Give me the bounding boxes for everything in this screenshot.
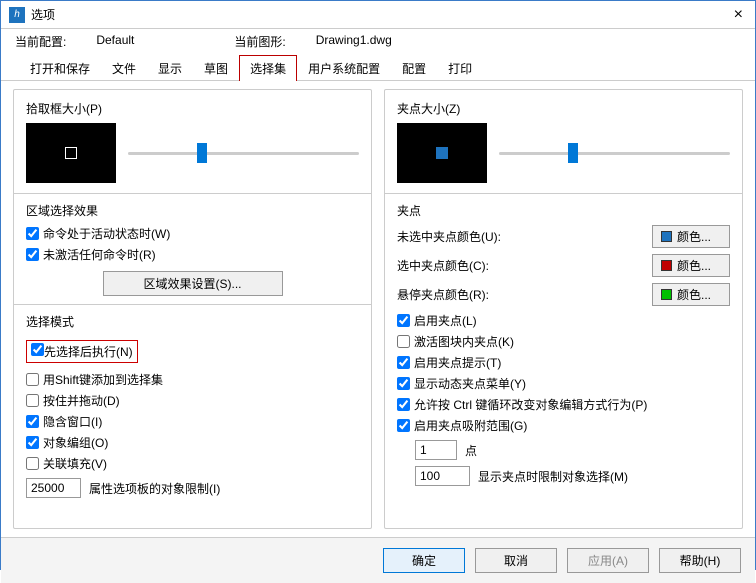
grips-title: 夹点	[397, 202, 730, 219]
dot-input[interactable]	[415, 440, 457, 460]
content: 拾取框大小(P) 区域选择效果 命令处于活动状态时(W) 未激活任何命令时(R)…	[1, 81, 755, 537]
drawing-label: 当前图形:	[234, 33, 285, 50]
chk-shift-add[interactable]: 用Shift键添加到选择集	[26, 371, 359, 388]
chk-press-drag[interactable]: 按住并拖动(D)	[26, 392, 359, 409]
hover-grip-color-button[interactable]: 颜色...	[652, 283, 730, 306]
config-label: 当前配置:	[15, 33, 66, 50]
chk-noun-verb[interactable]: 先选择后执行(N)	[26, 340, 138, 363]
chk-dyn-menu[interactable]: 显示动态夹点菜单(Y)	[397, 375, 730, 392]
tab-display[interactable]: 显示	[147, 55, 193, 81]
area-settings-button[interactable]: 区域效果设置(S)...	[103, 271, 283, 296]
tab-profiles[interactable]: 配置	[391, 55, 437, 81]
window-title: 选项	[31, 6, 730, 23]
gripsize-label: 夹点大小(Z)	[397, 100, 730, 117]
swatch-blue	[661, 231, 672, 242]
prop-limit-label: 属性选项板的对象限制(I)	[89, 480, 220, 497]
dot-label: 点	[465, 442, 477, 459]
pickbox-slider[interactable]	[128, 143, 359, 163]
chk-snap-range[interactable]: 启用夹点吸附范围(G)	[397, 417, 730, 434]
tab-open-save[interactable]: 打开和保存	[19, 55, 101, 81]
hover-grip-color-label: 悬停夹点颜色(R):	[397, 286, 644, 303]
chk-no-cmd[interactable]: 未激活任何命令时(R)	[26, 246, 359, 263]
tab-user-pref[interactable]: 用户系统配置	[297, 55, 391, 81]
gripsize-preview	[397, 123, 487, 183]
help-button[interactable]: 帮助(H)	[659, 548, 741, 573]
close-icon[interactable]: ×	[730, 6, 747, 24]
drawing-value: Drawing1.dwg	[316, 33, 392, 50]
chk-object-group[interactable]: 对象编组(O)	[26, 434, 359, 451]
right-column: 夹点大小(Z) 夹点 未选中夹点颜色(U): 颜色... 选中夹点颜色(C): …	[384, 89, 743, 529]
chk-assoc-hatch[interactable]: 关联填充(V)	[26, 455, 359, 472]
area-effects-title: 区域选择效果	[26, 202, 359, 219]
footer: 确定 取消 应用(A) 帮助(H)	[1, 537, 755, 583]
config-value: Default	[96, 33, 134, 50]
info-row: 当前配置: Default 当前图形: Drawing1.dwg	[1, 29, 755, 54]
select-mode-title: 选择模式	[26, 313, 359, 330]
grip-limit-input[interactable]	[415, 466, 470, 486]
chk-active-cmd[interactable]: 命令处于活动状态时(W)	[26, 225, 359, 242]
gripsize-slider[interactable]	[499, 143, 730, 163]
unselected-grip-color-label: 未选中夹点颜色(U):	[397, 228, 644, 245]
tab-files[interactable]: 文件	[101, 55, 147, 81]
apply-button[interactable]: 应用(A)	[567, 548, 649, 573]
pickbox-preview	[26, 123, 116, 183]
chk-ctrl-cycle[interactable]: 允许按 Ctrl 键循环改变对象编辑方式行为(P)	[397, 396, 730, 413]
tab-plot[interactable]: 打印	[437, 55, 483, 81]
chk-enable-grips[interactable]: 启用夹点(L)	[397, 312, 730, 329]
prop-limit-input[interactable]	[26, 478, 81, 498]
unselected-grip-color-button[interactable]: 颜色...	[652, 225, 730, 248]
selected-grip-color-button[interactable]: 颜色...	[652, 254, 730, 277]
selected-grip-color-label: 选中夹点颜色(C):	[397, 257, 644, 274]
cancel-button[interactable]: 取消	[475, 548, 557, 573]
chk-block-grips[interactable]: 激活图块内夹点(K)	[397, 333, 730, 350]
pickbox-size-label: 拾取框大小(P)	[26, 100, 359, 117]
chk-implied-window[interactable]: 隐含窗口(I)	[26, 413, 359, 430]
ok-button[interactable]: 确定	[383, 548, 465, 573]
left-column: 拾取框大小(P) 区域选择效果 命令处于活动状态时(W) 未激活任何命令时(R)…	[13, 89, 372, 529]
grip-limit-label: 显示夹点时限制对象选择(M)	[478, 468, 628, 485]
tab-drafting[interactable]: 草图	[193, 55, 239, 81]
titlebar: h 选项 ×	[1, 1, 755, 29]
chk-grip-tips[interactable]: 启用夹点提示(T)	[397, 354, 730, 371]
swatch-red	[661, 260, 672, 271]
tab-selection[interactable]: 选择集	[239, 55, 297, 81]
tabs: 打开和保存 文件 显示 草图 选择集 用户系统配置 配置 打印	[1, 54, 755, 81]
swatch-green	[661, 289, 672, 300]
app-icon: h	[9, 7, 25, 23]
